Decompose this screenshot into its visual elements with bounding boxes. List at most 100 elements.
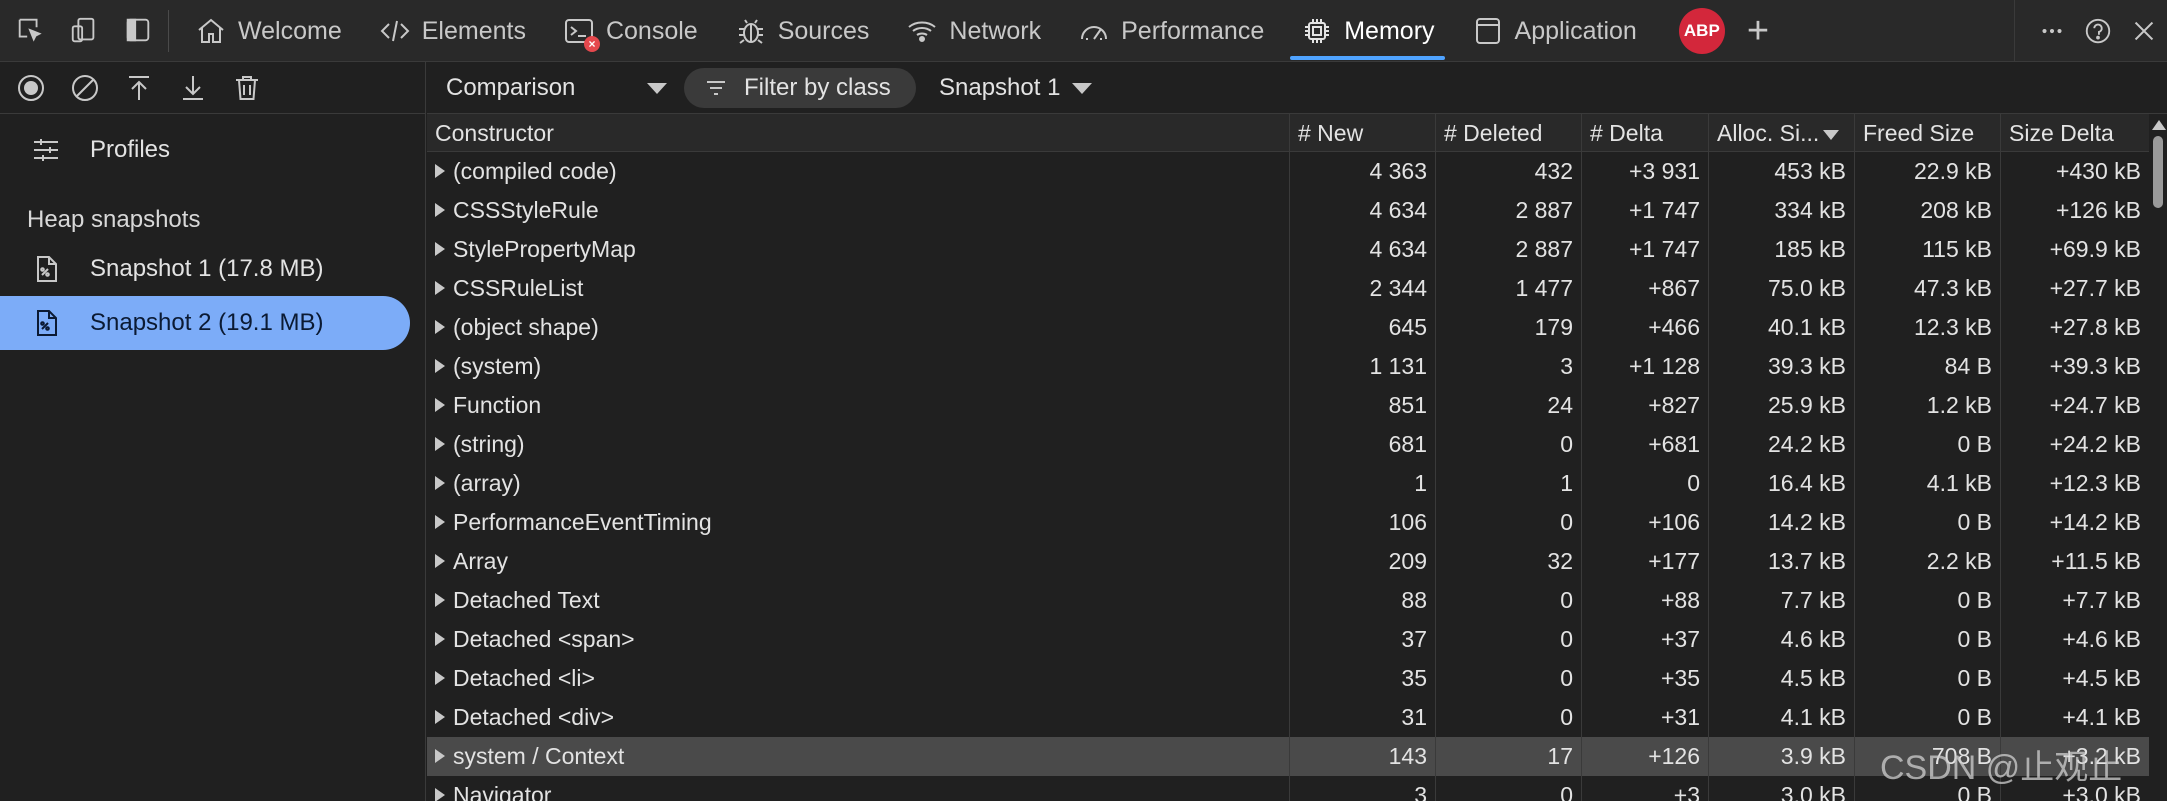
cell-deleted: 24 [1435, 386, 1581, 425]
cell-new: 645 [1289, 308, 1435, 347]
expand-arrow-icon[interactable] [435, 241, 445, 256]
save-profile-icon[interactable] [175, 70, 211, 106]
expand-arrow-icon[interactable] [435, 748, 445, 763]
tab-sources[interactable]: Sources [716, 0, 888, 62]
expand-arrow-icon[interactable] [435, 358, 445, 373]
cell-delta: +177 [1581, 542, 1708, 581]
expand-arrow-icon[interactable] [435, 670, 445, 685]
error-badge: × [583, 36, 600, 52]
device-emulation-icon[interactable] [68, 14, 100, 46]
expand-arrow-icon[interactable] [435, 787, 445, 801]
cell-new: 4 634 [1289, 191, 1435, 230]
scroll-up-arrow-icon[interactable] [2152, 120, 2166, 130]
tab-application[interactable]: Application [1453, 0, 1655, 62]
cell-new: 31 [1289, 698, 1435, 737]
table-row[interactable]: Function 851 24 +827 25.9 kB 1.2 kB +24.7 kB [427, 386, 2149, 425]
expand-arrow-icon[interactable] [435, 475, 445, 490]
cell-name: Navigator [427, 776, 1289, 801]
class-filter-input[interactable]: Filter by class [684, 68, 916, 108]
expand-arrow-icon[interactable] [435, 436, 445, 451]
expand-arrow-icon[interactable] [435, 631, 445, 646]
snapshot-item-selected[interactable]: Snapshot 2 (19.1 MB) [0, 296, 410, 350]
snapshot-item[interactable]: Snapshot 1 (17.8 MB) [0, 242, 410, 296]
scrollbar-thumb[interactable] [2153, 136, 2163, 208]
snapshot-toolbar: Comparison Filter by class Snapshot 1 [427, 62, 2167, 114]
expand-arrow-icon[interactable] [435, 397, 445, 412]
cell-delta: +126 [1581, 737, 1708, 776]
trash-icon[interactable] [229, 70, 265, 106]
table-row[interactable]: Detached <li> 35 0 +35 4.5 kB 0 B +4.5 kB [427, 659, 2149, 698]
table-row[interactable]: Detached <span> 37 0 +37 4.6 kB 0 B +4.6 kB [427, 620, 2149, 659]
profiles-header[interactable]: Profiles [0, 124, 426, 176]
table-row[interactable]: (system) 1 131 3 +1 128 39.3 kB 84 B +39.3 kB [427, 347, 2149, 386]
expand-arrow-icon[interactable] [435, 280, 445, 295]
adblock-plus-extension-icon[interactable]: ABP [1678, 8, 1725, 54]
cell-alloc-size: 453 kB [1708, 152, 1854, 191]
table-row[interactable]: PerformanceEventTiming 106 0 +106 14.2 kB 0 B… [427, 503, 2149, 542]
tab-console[interactable]: × Console [544, 0, 716, 62]
cell-delta: +106 [1581, 503, 1708, 542]
expand-arrow-icon[interactable] [435, 163, 445, 178]
expand-arrow-icon[interactable] [435, 202, 445, 217]
col-constructor[interactable]: Constructor [427, 114, 1289, 152]
table-row[interactable]: Detached Text 88 0 +88 7.7 kB 0 B +7.7 kB [427, 581, 2149, 620]
record-icon[interactable] [13, 70, 49, 106]
cell-delta: +466 [1581, 308, 1708, 347]
cell-size-delta: +4.6 kB [2000, 620, 2149, 659]
load-profile-icon[interactable] [121, 70, 157, 106]
cell-delta: +827 [1581, 386, 1708, 425]
expand-arrow-icon[interactable] [435, 319, 445, 334]
clear-all-icon[interactable] [67, 70, 103, 106]
table-header: Constructor # New # Deleted # Delta Allo… [427, 114, 2149, 152]
col-size-delta[interactable]: Size Delta [2000, 114, 2149, 152]
cell-freed-size: 208 kB [1854, 191, 2000, 230]
dock-side-icon[interactable] [122, 14, 154, 46]
table-row[interactable]: Array 209 32 +177 13.7 kB 2.2 kB +11.5 kB [427, 542, 2149, 581]
cell-freed-size: 22.9 kB [1854, 152, 2000, 191]
tab-memory[interactable]: Memory [1282, 0, 1452, 62]
tab-network[interactable]: Network [887, 0, 1059, 62]
cell-freed-size: 1.2 kB [1854, 386, 2000, 425]
cell-size-delta: +27.8 kB [2000, 308, 2149, 347]
more-options-icon[interactable] [2029, 8, 2075, 54]
col-delta[interactable]: # Delta [1581, 114, 1708, 152]
devtools-tabbar: Welcome Elements × Console Sources Netwo… [0, 0, 2167, 62]
cell-alloc-size: 13.7 kB [1708, 542, 1854, 581]
col-freed-size[interactable]: Freed Size [1854, 114, 2000, 152]
cell-freed-size: 0 B [1854, 503, 2000, 542]
cell-alloc-size: 4.5 kB [1708, 659, 1854, 698]
tab-welcome[interactable]: Welcome [176, 0, 360, 62]
tab-performance[interactable]: Performance [1059, 0, 1282, 62]
table-row[interactable]: CSSRuleList 2 344 1 477 +867 75.0 kB 47.3 kB +… [427, 269, 2149, 308]
expand-arrow-icon[interactable] [435, 592, 445, 607]
table-row[interactable]: (compiled code) 4 363 432 +3 931 453 kB 22.9 … [427, 152, 2149, 191]
base-snapshot-select[interactable]: Snapshot 1 [939, 70, 1093, 106]
cell-alloc-size: 39.3 kB [1708, 347, 1854, 386]
cell-alloc-size: 4.1 kB [1708, 698, 1854, 737]
table-row[interactable]: (string) 681 0 +681 24.2 kB 0 B +24.2 kB [427, 425, 2149, 464]
col-alloc-size[interactable]: Alloc. Si... [1708, 114, 1854, 152]
table-row[interactable]: CSSStyleRule 4 634 2 887 +1 747 334 kB 208 kB… [427, 191, 2149, 230]
table-row[interactable]: Detached <div> 31 0 +31 4.1 kB 0 B +4.1 kB [427, 698, 2149, 737]
close-icon[interactable] [2121, 8, 2167, 54]
cell-name: Detached Text [427, 581, 1289, 620]
view-mode-select[interactable]: Comparison [446, 70, 575, 106]
col-new[interactable]: # New [1289, 114, 1435, 152]
expand-arrow-icon[interactable] [435, 514, 445, 529]
help-icon[interactable] [2075, 8, 2121, 54]
table-row[interactable]: StylePropertyMap 4 634 2 887 +1 747 185 kB 11… [427, 230, 2149, 269]
vertical-scrollbar[interactable] [2149, 114, 2167, 801]
tab-elements[interactable]: Elements [360, 0, 544, 62]
chevron-down-icon[interactable] [647, 83, 667, 94]
inspect-element-icon[interactable] [14, 14, 46, 46]
expand-arrow-icon[interactable] [435, 553, 445, 568]
cell-deleted: 0 [1435, 425, 1581, 464]
more-tabs-plus-icon[interactable]: + [1747, 12, 1769, 50]
table-row[interactable]: (object shape) 645 179 +466 40.1 kB 12.3 kB +2… [427, 308, 2149, 347]
tab-label: Console [605, 16, 698, 45]
expand-arrow-icon[interactable] [435, 709, 445, 724]
cell-freed-size: 0 B [1854, 620, 2000, 659]
cell-name: StylePropertyMap [427, 230, 1289, 269]
col-deleted[interactable]: # Deleted [1435, 114, 1581, 152]
table-row[interactable]: (array) 1 1 0 16.4 kB 4.1 kB +12.3 kB [427, 464, 2149, 503]
